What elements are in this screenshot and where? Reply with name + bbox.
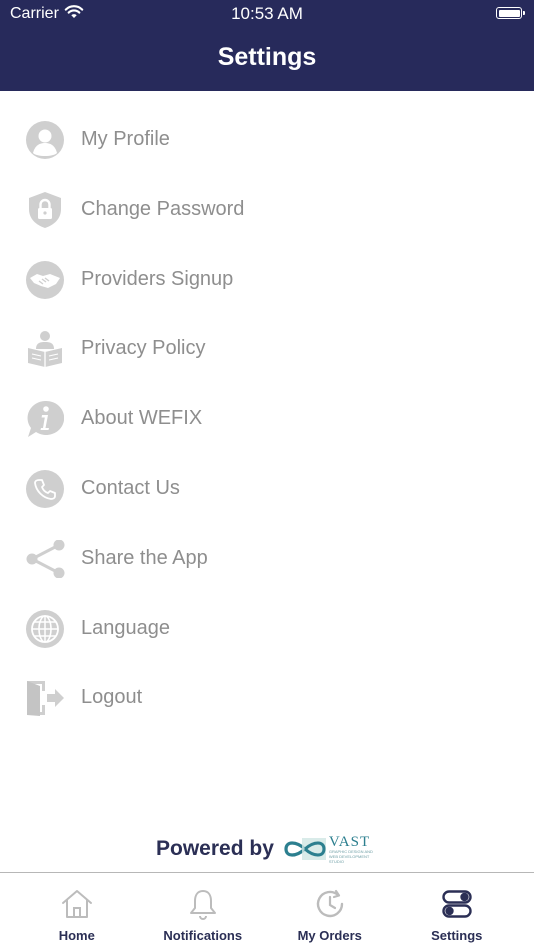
- menu-label: Privacy Policy: [81, 337, 206, 360]
- share-icon: [26, 539, 65, 579]
- vast-tagline: GRAPHIC DESIGN AND WEB DEVELOPMENT STUDI…: [328, 848, 373, 864]
- powered-by: Powered by VAST GRAPHIC DESIGN AND WEB D…: [156, 833, 381, 864]
- tab-home[interactable]: Home: [10, 873, 144, 951]
- menu-item-change-password[interactable]: Change Password: [0, 175, 534, 245]
- menu-item-my-profile[interactable]: My Profile: [0, 105, 534, 175]
- status-bar: Carrier 10:53 AM: [0, 0, 534, 28]
- menu-item-about-wefix[interactable]: About WEFIX: [0, 384, 534, 454]
- header: Carrier 10:53 AM Settings: [0, 0, 534, 91]
- battery-icon: [496, 7, 525, 19]
- handshake-icon: [26, 260, 64, 299]
- vast-logo[interactable]: VAST GRAPHIC DESIGN AND WEB DEVELOPMENT …: [282, 833, 381, 864]
- page-title: Settings: [217, 43, 317, 71]
- home-icon: [60, 887, 94, 921]
- menu-item-logout[interactable]: Logout: [0, 663, 534, 733]
- infinity-logo-icon: [284, 838, 326, 860]
- tab-notifications[interactable]: Notifications: [136, 873, 270, 951]
- reader-icon: [26, 330, 64, 368]
- menu-label: My Profile: [81, 128, 170, 150]
- menu-label: Change Password: [81, 197, 245, 220]
- globe-icon: [26, 609, 64, 648]
- menu-item-language[interactable]: Language: [0, 594, 534, 664]
- menu-item-share-the-app[interactable]: Share the App: [0, 524, 534, 594]
- orders-clock-icon: [313, 887, 347, 921]
- tab-label: Settings: [431, 928, 483, 943]
- tab-label: Notifications: [163, 928, 243, 943]
- menu-label: About WEFIX: [81, 407, 203, 430]
- settings-menu: My Profile Change Password Providers Sig…: [0, 105, 534, 733]
- menu-label: Contact Us: [81, 476, 180, 499]
- tab-my-orders[interactable]: My Orders: [263, 873, 397, 951]
- profile-icon: [26, 121, 64, 159]
- status-time: 10:53 AM: [231, 4, 303, 23]
- menu-label: Language: [81, 616, 170, 639]
- lock-shield-icon: [26, 191, 64, 229]
- menu-label: Logout: [81, 686, 143, 709]
- menu-label: Providers Signup: [81, 267, 234, 290]
- info-icon: [26, 400, 65, 438]
- phone-icon: [26, 469, 64, 508]
- menu-item-privacy-policy[interactable]: Privacy Policy: [0, 314, 534, 384]
- vast-logo-text: VAST: [328, 833, 371, 850]
- tab-settings[interactable]: Settings: [390, 873, 524, 951]
- powered-by-text: Powered by: [156, 837, 274, 860]
- tab-bar: Home Notifications My Orders Settings: [0, 872, 534, 951]
- menu-item-providers-signup[interactable]: Providers Signup: [0, 245, 534, 315]
- tab-label: Home: [58, 928, 95, 943]
- toggles-icon: [440, 887, 474, 921]
- menu-label: Share the App: [81, 546, 208, 569]
- tab-label: My Orders: [297, 928, 362, 943]
- bell-icon: [186, 887, 220, 921]
- menu-item-contact-us[interactable]: Contact Us: [0, 454, 534, 524]
- logout-icon: [26, 679, 64, 717]
